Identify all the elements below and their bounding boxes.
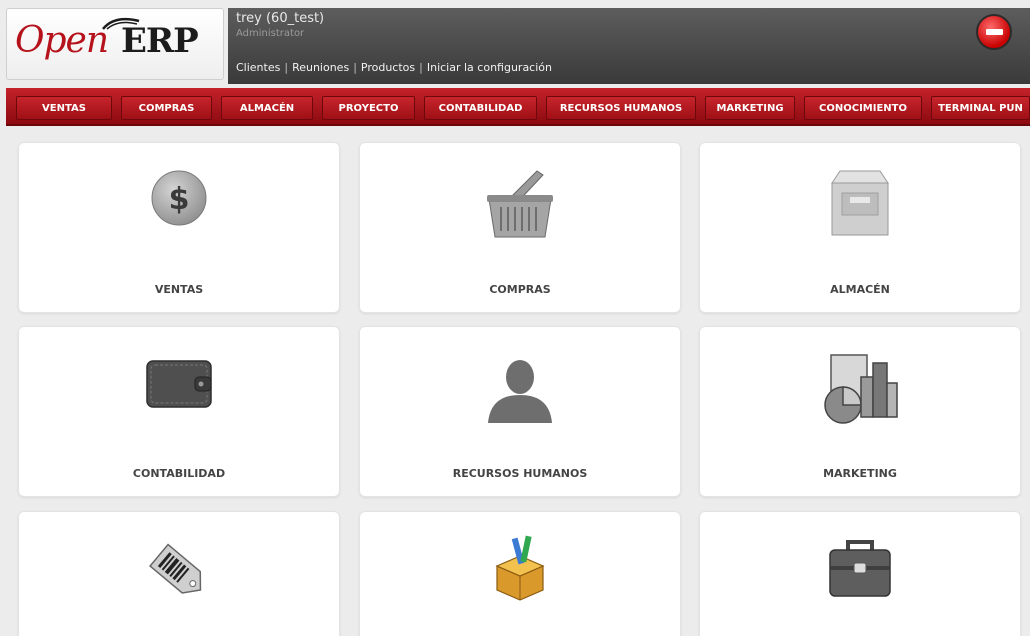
briefcase-icon (829, 540, 891, 597)
wallet-icon (146, 360, 212, 408)
app-tile-label: MARKETING (823, 467, 897, 480)
shortcut-separator: | (284, 61, 289, 74)
user-bar: trey (60_test) Administrator Clientes | Re… (228, 8, 1030, 84)
person-icon (488, 360, 552, 423)
app-tile-compras[interactable]: COMPRAS (359, 142, 681, 313)
logo-open-text: Open (15, 20, 109, 61)
app-tile-almacen[interactable]: ALMACÉN (699, 142, 1021, 313)
main-menu-bar: VENTAS COMPRAS ALMACÉN PROYECTO CONTABIL… (6, 88, 1030, 126)
shortcut-clientes[interactable]: Clientes (236, 61, 280, 74)
menu-proyecto[interactable]: PROYECTO (322, 96, 415, 120)
user-role: Administrator (236, 28, 305, 39)
menu-conocimiento[interactable]: CONOCIMIENTO (804, 96, 922, 120)
shortcut-iniciar-configuracion[interactable]: Iniciar la configuración (427, 61, 552, 74)
barcode-tag-icon (149, 543, 202, 594)
chart-icon (824, 354, 898, 424)
shortcut-productos[interactable]: Productos (361, 61, 415, 74)
shortcut-reuniones[interactable]: Reuniones (292, 61, 349, 74)
menu-compras[interactable]: COMPRAS (121, 96, 212, 120)
logo-erp-text: ERP (121, 21, 199, 61)
app-tile-contabilidad[interactable]: CONTABILIDAD (18, 326, 340, 497)
app-tile-paquetes[interactable] (359, 511, 681, 636)
stop-icon (986, 29, 1003, 35)
user-name[interactable]: trey (60_test) (236, 11, 324, 26)
app-tile-label: COMPRAS (489, 283, 551, 296)
menu-marketing[interactable]: MARKETING (705, 96, 795, 120)
app-tile-label: ALMACÉN (830, 283, 890, 296)
shortcut-separator: | (353, 61, 357, 74)
svg-text:$: $ (169, 182, 190, 217)
app-tile-recursos-humanos[interactable]: RECURSOS HUMANOS (359, 326, 681, 497)
app-tile-ventas[interactable]: $ VENTAS (18, 142, 340, 313)
app-tile-herramientas[interactable] (699, 511, 1021, 636)
menu-ventas[interactable]: VENTAS (16, 96, 112, 120)
warehouse-box-icon (831, 170, 889, 236)
shopping-basket-icon (487, 170, 553, 238)
openerp-logo[interactable]: Open ERP (6, 8, 224, 80)
app-tile-label: RECURSOS HUMANOS (452, 467, 588, 480)
app-tile-marketing[interactable]: MARKETING (699, 326, 1021, 497)
app-tile-productos[interactable] (18, 511, 340, 636)
header: Open ERP trey (60_test) Administrator Cl… (0, 0, 1030, 84)
app-tile-label: VENTAS (154, 283, 204, 296)
logout-button[interactable] (976, 14, 1012, 50)
menu-almacen[interactable]: ALMACÉN (221, 96, 313, 120)
app-tile-label: CONTABILIDAD (132, 467, 226, 480)
menu-terminal-punto[interactable]: TERMINAL PUN (931, 96, 1030, 120)
dollar-coin-icon: $ (151, 170, 207, 226)
menu-recursos-humanos[interactable]: RECURSOS HUMANOS (546, 96, 696, 120)
shortcut-separator: | (419, 61, 423, 74)
shortcuts-bar: Clientes | Reuniones | Productos | Iniciar la … (236, 61, 552, 74)
package-box-icon (495, 535, 545, 601)
menu-contabilidad[interactable]: CONTABILIDAD (424, 96, 537, 120)
